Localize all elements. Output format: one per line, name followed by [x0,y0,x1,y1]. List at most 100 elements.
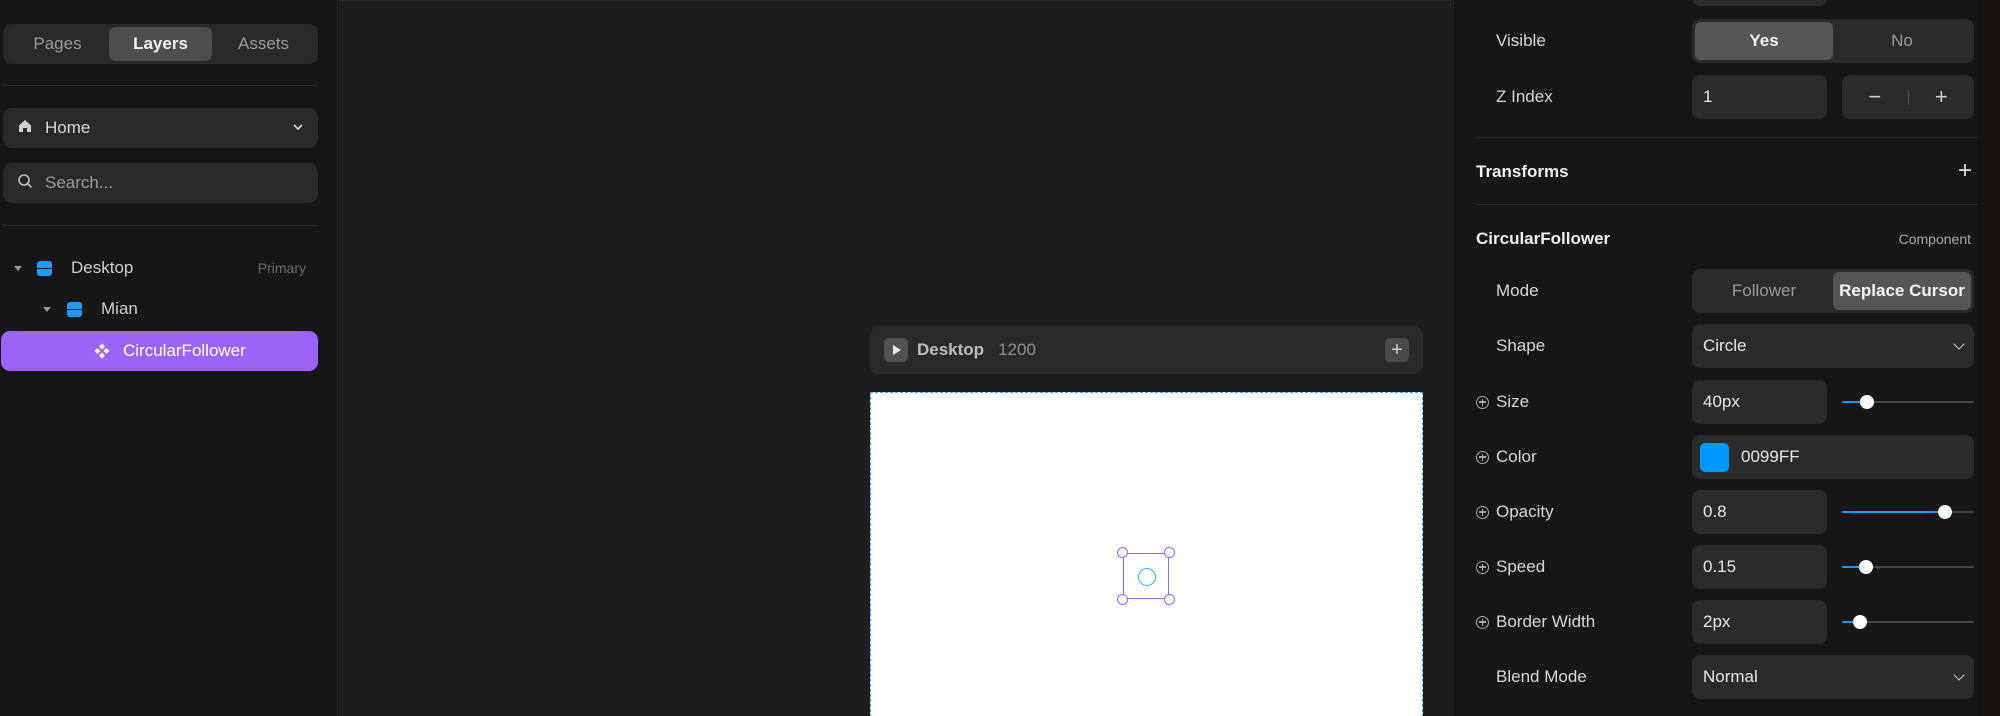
blend-mode-value: Normal [1703,667,1758,686]
play-icon[interactable] [884,338,908,362]
tab-layers[interactable]: Layers [109,27,212,61]
speed-input[interactable]: 0.15 [1692,545,1827,589]
layer-item-circularfollower[interactable]: CircularFollower [1,331,318,371]
search-input[interactable] [45,173,295,193]
tab-pages[interactable]: Pages [6,27,109,61]
plus-circle-icon[interactable] [1476,505,1489,519]
visible-yes-option[interactable]: Yes [1695,22,1833,60]
chevron-down-icon [1953,669,1965,681]
search-icon [17,173,33,194]
properties-panel: Visible Yes No Z Index 1 − + Transforms … [1453,0,2000,716]
visible-row: Visible Yes No [1454,19,1979,63]
resize-handle[interactable] [1117,594,1128,605]
shape-row: Shape Circle [1454,324,1979,368]
layer-label: Mian [101,299,138,318]
color-row: Color 0099FF [1454,435,1979,479]
opacity-label-wrap: Opacity [1476,490,1554,534]
mode-label: Mode [1496,281,1539,300]
slider-knob[interactable] [1853,615,1868,629]
size-label-wrap: Size [1476,380,1529,424]
increment-button[interactable]: + [1909,75,1975,119]
divider [3,225,318,226]
home-icon [17,118,33,139]
visible-toggle: Yes No [1692,19,1974,63]
shape-select[interactable]: Circle [1692,324,1974,368]
speed-row: Speed 0.15 [1454,545,1979,589]
tab-assets[interactable]: Assets [212,27,315,61]
caret-down-icon[interactable] [14,265,22,271]
slider-knob[interactable] [1937,505,1952,519]
plus-circle-icon[interactable] [1476,450,1489,464]
plus-circle-icon[interactable] [1476,615,1489,629]
shape-label: Shape [1496,336,1546,355]
component-icon [94,343,110,359]
slider-knob[interactable] [1860,395,1875,409]
frame-name: Desktop [917,340,985,359]
chevron-down-icon [292,118,304,138]
color-swatch[interactable] [1700,442,1729,472]
add-breakpoint-button[interactable]: + [1385,338,1409,362]
field-partial[interactable] [1692,0,1827,6]
z-index-label: Z Index [1496,87,1553,106]
mode-replace-cursor-option[interactable]: Replace Cursor [1833,272,1971,310]
frame-icon [67,301,82,317]
shape-value: Circle [1703,336,1747,355]
canvas[interactable]: Desktop 1200 + [339,0,1452,716]
divider [1476,204,1979,205]
resize-handle[interactable] [1164,594,1175,605]
add-transform-button[interactable]: + [1958,159,1972,183]
border-width-slider[interactable] [1842,600,1974,644]
mode-row: Mode Follower Replace Cursor [1454,269,1979,313]
left-panel: Pages Layers Assets Home Desktop Primary… [0,0,338,716]
slider-knob[interactable] [1858,560,1873,574]
page-dropdown[interactable]: Home [3,108,318,148]
opacity-slider[interactable] [1842,490,1974,534]
opacity-row: Opacity 0.8 [1454,490,1979,534]
layer-item-desktop[interactable]: Desktop Primary [0,248,318,288]
mode-follower-option[interactable]: Follower [1695,272,1833,310]
speed-slider[interactable] [1842,545,1974,589]
frame-header[interactable]: Desktop 1200 + [870,326,1423,374]
opacity-input[interactable]: 0.8 [1692,490,1827,534]
layer-item-mian[interactable]: Mian [0,289,318,329]
visible-no-option[interactable]: No [1833,22,1971,60]
z-index-input[interactable]: 1 [1692,75,1827,119]
layer-label: Desktop [71,258,134,277]
component-subtitle: Component [1898,231,1971,247]
resize-handle[interactable] [1117,547,1128,558]
size-slider[interactable] [1842,380,1974,424]
window-edge [1978,0,2000,716]
slider-fill [1842,511,1945,513]
border-width-row: Border Width 2px [1454,600,1979,644]
blend-mode-row: Blend Mode Normal [1454,655,1979,699]
z-index-row: Z Index 1 − + [1454,75,1979,119]
color-label: Color [1496,447,1537,466]
primary-tag: Primary [257,260,306,276]
artboard-desktop[interactable] [870,392,1423,716]
size-input[interactable]: 40px [1692,380,1827,424]
speed-label: Speed [1496,557,1546,576]
color-field[interactable]: 0099FF [1692,435,1974,479]
visible-label: Visible [1496,31,1546,50]
blend-mode-select[interactable]: Normal [1692,655,1974,699]
decrement-button[interactable]: − [1842,75,1908,119]
caret-down-icon[interactable] [43,306,51,312]
component-title: CircularFollower [1476,229,1611,248]
selected-component[interactable] [1117,547,1175,605]
plus-circle-icon[interactable] [1476,560,1489,574]
page-dropdown-label: Home [45,118,91,137]
z-index-stepper: − + [1842,75,1974,119]
opacity-label: Opacity [1496,502,1554,521]
mode-toggle: Follower Replace Cursor [1692,269,1974,313]
frame-width: 1200 [998,340,1036,359]
border-width-input[interactable]: 2px [1692,600,1827,644]
divider [3,85,318,86]
layer-search [3,163,318,203]
size-label: Size [1496,392,1530,411]
resize-handle[interactable] [1164,547,1175,558]
plus-circle-icon[interactable] [1476,395,1489,409]
frame-icon [37,260,52,276]
color-label-wrap: Color [1476,435,1537,479]
divider [1476,137,1979,138]
circular-follower-preview [1138,568,1156,586]
